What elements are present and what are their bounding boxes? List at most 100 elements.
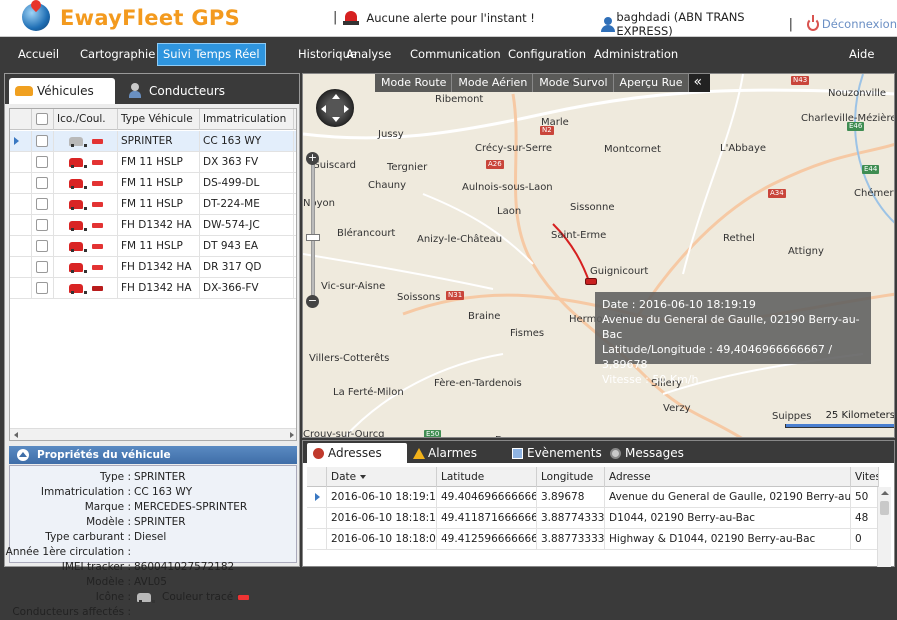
vehicle-row[interactable]: FM 11 HSLP DT-224-ME (10, 194, 296, 215)
row-indicator (307, 508, 327, 529)
vehicle-row[interactable]: FM 11 HSLP DX 363 FV (10, 152, 296, 173)
zoom-thumb[interactable] (306, 234, 320, 241)
map-place-label: Aulnois-sous-Laon (462, 182, 553, 193)
vehicle-icon-preview (137, 593, 155, 603)
header-separator-2: | (788, 16, 793, 32)
tab-evenements[interactable]: Evènements (506, 443, 604, 463)
col-select-all (32, 109, 54, 130)
col-type-vehicule[interactable]: Type Véhicule (118, 109, 200, 130)
row-checkbox[interactable] (36, 261, 48, 273)
row-select-cell (32, 152, 54, 173)
collapse-left-icon[interactable] (687, 74, 710, 92)
row-checkbox[interactable] (36, 282, 48, 294)
pan-up-icon[interactable] (332, 94, 340, 99)
vehicle-marker[interactable] (585, 278, 597, 285)
row-plate: DR 317 QD (200, 257, 294, 278)
history-vscroll-thumb[interactable] (880, 501, 889, 515)
map-tab-apercu-rue[interactable]: Aperçu Rue (612, 74, 688, 92)
pan-down-icon[interactable] (332, 117, 340, 122)
car-icon (15, 86, 33, 96)
nav-cartographie[interactable]: Cartographie (75, 43, 160, 66)
row-checkbox[interactable] (36, 135, 48, 147)
row-checkbox[interactable] (36, 240, 48, 252)
properties-header[interactable]: Propriétés du véhicule (9, 446, 297, 464)
zoom-in-button[interactable]: + (306, 152, 319, 165)
select-all-checkbox[interactable] (36, 113, 48, 125)
tab-vehicules[interactable]: Véhicules (9, 78, 115, 104)
left-panel: Véhicules Conducteurs Ico./Coul. Type Vé… (4, 73, 300, 618)
col-date[interactable]: Date (327, 467, 437, 487)
property-row: Immatriculation : CC 163 WY (10, 485, 296, 500)
row-type: FM 11 HSLP (118, 173, 200, 194)
vehicle-row[interactable]: SPRINTER CC 163 WY (10, 131, 296, 152)
nav-suivi-temps-reel[interactable]: Suivi Temps Réel (157, 43, 266, 66)
tab-vehicules-label: Véhicules (37, 84, 94, 98)
nav-aide[interactable]: Aide (844, 43, 879, 66)
row-plate: DT-224-ME (200, 194, 294, 215)
power-icon[interactable] (806, 14, 819, 31)
vehicle-properties: Type : SPRINTER Immatriculation : CC 163 WY… (6, 465, 297, 618)
row-indicator (10, 152, 32, 173)
row-icon-color (54, 152, 118, 173)
row-icon-color (54, 236, 118, 257)
map-place-label: Montcornet (604, 144, 661, 155)
history-vscroll[interactable] (877, 487, 891, 567)
collapse-up-icon[interactable] (17, 449, 29, 461)
vehicle-row[interactable]: FH D1342 HA DR 317 QD (10, 257, 296, 278)
row-indicator (307, 487, 327, 508)
map-tab-survol[interactable]: Mode Survol (532, 74, 612, 92)
property-key: Icône : (95, 591, 131, 603)
map-view[interactable]: VervinsRibemontNouzonvilleCharleville-Mé… (302, 73, 895, 438)
row-select-cell (32, 278, 54, 299)
col-vitesse[interactable]: Vites (851, 467, 879, 487)
history-row[interactable]: 2016-06-10 18:18:05 49.4125966666667 3.887… (307, 529, 879, 550)
vehicle-grid-hscroll[interactable] (10, 428, 296, 440)
nav-analyse[interactable]: Analyse (341, 43, 396, 66)
map-place-label: Verzy (663, 403, 691, 414)
tab-adresses[interactable]: Adresses (307, 443, 407, 463)
row-checkbox[interactable] (36, 156, 48, 168)
property-key: Type carburant : (45, 531, 131, 543)
row-icon-color (54, 215, 118, 236)
col-longitude[interactable]: Longitude (537, 467, 605, 487)
row-checkbox[interactable] (36, 177, 48, 189)
history-row[interactable]: 2016-06-10 18:18:15 49.4118716666667 3.887… (307, 508, 879, 529)
row-checkbox[interactable] (36, 198, 48, 210)
row-checkbox[interactable] (36, 219, 48, 231)
sort-desc-icon[interactable] (360, 475, 367, 479)
nav-communication[interactable]: Communication (405, 43, 506, 66)
map-tab-aerien[interactable]: Mode Aérien (451, 74, 532, 92)
history-table-header: Date Latitude Longitude Adresse Vites (307, 467, 879, 487)
row-select-cell (32, 131, 54, 152)
pan-control[interactable] (316, 89, 354, 127)
row-plate: CC 163 WY (200, 131, 294, 152)
nav-configuration[interactable]: Configuration (503, 43, 591, 66)
property-key: IMEI tracker : (61, 561, 131, 573)
vehicle-row[interactable]: FM 11 HSLP DS-499-DL (10, 173, 296, 194)
vehicle-row[interactable]: FM 11 HSLP DT 943 EA (10, 236, 296, 257)
zoom-out-button[interactable]: − (306, 295, 319, 308)
nav-accueil[interactable]: Accueil (13, 43, 64, 66)
map-place-label: Dormans (495, 435, 540, 437)
driver-icon (129, 83, 141, 98)
tab-conducteurs[interactable]: Conducteurs (121, 78, 241, 104)
tab-alarmes[interactable]: Alarmes (407, 443, 503, 463)
col-adresse[interactable]: Adresse (605, 467, 851, 487)
row-select-cell (32, 257, 54, 278)
map-tab-route[interactable]: Mode Route (375, 74, 451, 92)
history-row[interactable]: 2016-06-10 18:19:19 49.4046966666667 3.896… (307, 487, 879, 508)
zoom-slider[interactable] (311, 158, 315, 300)
nav-administration[interactable]: Administration (589, 43, 683, 66)
tab-messages[interactable]: Messages (604, 443, 694, 463)
map-place-label: Ribemont (435, 94, 484, 105)
pan-right-icon[interactable] (344, 105, 349, 113)
logout-link[interactable]: Déconnexion (822, 17, 897, 31)
row-indicator (10, 131, 32, 152)
col-ico-coul[interactable]: Ico./Coul. (54, 109, 118, 130)
col-immatriculation[interactable]: Immatriculation (200, 109, 294, 130)
col-latitude[interactable]: Latitude (437, 467, 537, 487)
vehicle-row[interactable]: FH D1342 HA DX-366-FV (10, 278, 296, 299)
pan-left-icon[interactable] (321, 105, 326, 113)
vehicle-row[interactable]: FH D1342 HA DW-574-JC (10, 215, 296, 236)
tab-conducteurs-label: Conducteurs (149, 84, 226, 98)
